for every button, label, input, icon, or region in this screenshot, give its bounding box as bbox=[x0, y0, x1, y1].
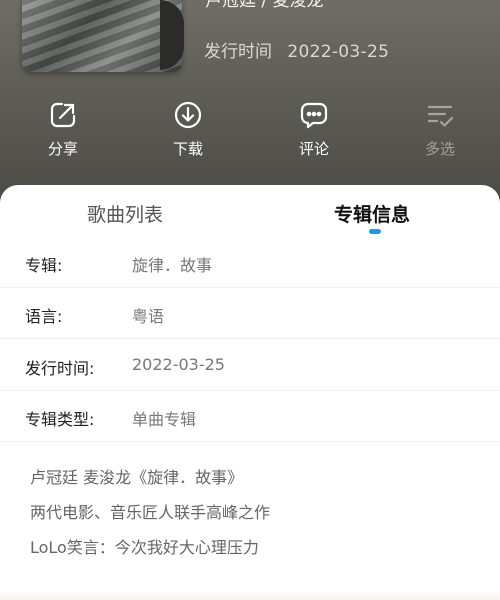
info-row-language: 语言: 粤语 bbox=[0, 288, 500, 339]
multi-select-button[interactable]: 多选 bbox=[400, 100, 480, 159]
multi-select-label: 多选 bbox=[424, 140, 455, 158]
description-line: LoLo笑言：今次我好大心理压力 bbox=[30, 538, 259, 557]
action-bar: 分享 下载 评论 多选 bbox=[0, 100, 500, 170]
multi-select-icon bbox=[427, 105, 454, 127]
share-button[interactable]: 分享 bbox=[23, 100, 103, 159]
info-row-release-date: 发行时间: 2022-03-25 bbox=[0, 340, 500, 391]
info-key: 发行时间: bbox=[25, 359, 95, 378]
tab-song-list[interactable]: 歌曲列表 bbox=[87, 200, 163, 227]
comment-button[interactable]: 评论 bbox=[274, 100, 354, 159]
info-value: 旋律．故事 bbox=[132, 256, 213, 275]
download-label: 下载 bbox=[172, 140, 203, 158]
release-info: 发行时间 2022-03-25 bbox=[204, 37, 389, 62]
tab-bar: 歌曲列表 专辑信息 bbox=[0, 185, 500, 237]
album-cover[interactable] bbox=[22, 0, 182, 72]
release-date: 2022-03-25 bbox=[287, 42, 390, 62]
bottom-fade bbox=[0, 590, 500, 600]
download-icon bbox=[174, 101, 202, 129]
share-label: 分享 bbox=[47, 140, 78, 158]
tab-album-info[interactable]: 专辑信息 bbox=[334, 200, 410, 227]
album-description: 卢冠廷 麦浚龙《旋律．故事》 两代电影、音乐匠人联手高峰之作 LoLo笑言：今次… bbox=[30, 460, 480, 565]
info-value: 粤语 bbox=[132, 307, 165, 326]
description-line: 两代电影、音乐匠人联手高峰之作 bbox=[30, 503, 271, 522]
release-label: 发行时间 bbox=[204, 42, 272, 62]
info-row-album-type: 专辑类型: 单曲专辑 bbox=[0, 391, 500, 442]
info-key: 语言: bbox=[25, 307, 63, 326]
comment-icon bbox=[300, 102, 328, 129]
download-button[interactable]: 下载 bbox=[148, 100, 228, 159]
info-value: 2022-03-25 bbox=[132, 355, 225, 374]
artist-names[interactable]: 卢冠廷 / 麦浚龙 bbox=[205, 0, 324, 11]
description-line: 卢冠廷 麦浚龙《旋律．故事》 bbox=[30, 468, 244, 487]
info-key: 专辑: bbox=[25, 256, 63, 275]
info-sheet: 歌曲列表 专辑信息 专辑: 旋律．故事 语言: 粤语 发行时间: 2022-03… bbox=[0, 185, 500, 600]
album-header: 卢冠廷 / 麦浚龙 发行时间 2022-03-25 分享 下载 评论 多选 bbox=[0, 0, 500, 215]
info-key: 专辑类型: bbox=[25, 410, 95, 429]
share-icon bbox=[50, 102, 76, 128]
active-tab-indicator bbox=[369, 229, 381, 234]
info-value: 单曲专辑 bbox=[132, 410, 197, 429]
info-row-album: 专辑: 旋律．故事 bbox=[0, 237, 500, 288]
comment-label: 评论 bbox=[298, 140, 329, 158]
